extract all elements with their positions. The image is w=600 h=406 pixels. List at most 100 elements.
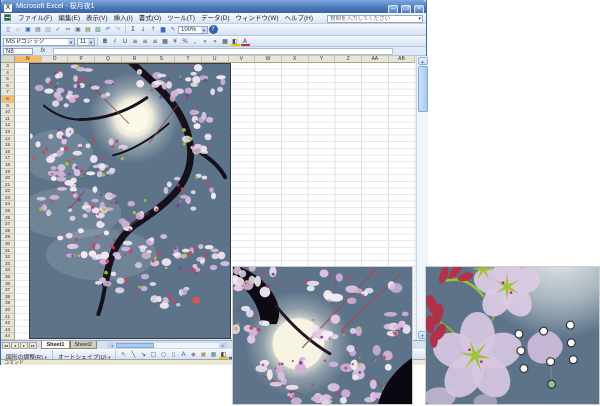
rectangle-icon[interactable]: □ (149, 350, 158, 359)
row-header-36[interactable]: 36 (1, 281, 15, 288)
row-header-42[interactable]: 42 (1, 320, 15, 327)
row-header-39[interactable]: 39 (1, 300, 15, 307)
select-objects-icon[interactable]: ↖ (119, 350, 128, 359)
row-header-22[interactable]: 22 (1, 188, 15, 195)
scroll-left-icon[interactable]: ◂ (108, 343, 115, 348)
font-size-box[interactable]: 11▾ (77, 38, 95, 46)
row-header-10[interactable]: 10 (1, 109, 15, 116)
tab-last-icon[interactable]: ▸▸ (29, 342, 37, 349)
row-header-38[interactable]: 38 (1, 294, 15, 301)
fill-color-icon[interactable]: ◧ (219, 350, 228, 359)
row-header-43[interactable]: 43 (1, 327, 15, 334)
menu-view[interactable]: 表示(V) (83, 13, 111, 24)
oval-icon[interactable]: ○ (159, 350, 168, 359)
row-header-7[interactable]: 7 (1, 89, 15, 96)
column-header-Y[interactable]: Y (309, 56, 336, 63)
row-header-11[interactable]: 11 (1, 116, 15, 123)
column-header-R[interactable]: R (122, 56, 149, 63)
row-header-33[interactable]: 33 (1, 261, 15, 268)
redo-icon[interactable]: ↷ (114, 25, 123, 34)
row-header-35[interactable]: 35 (1, 274, 15, 281)
column-header-AB[interactable]: AB (389, 56, 416, 63)
text-box-icon[interactable]: ▯ (169, 350, 178, 359)
column-header-Z[interactable]: Z (335, 56, 362, 63)
column-header-S[interactable]: S (148, 56, 175, 63)
selection-handle[interactable] (569, 356, 577, 364)
sheet-tab-sheet2[interactable]: Sheet2 (70, 341, 97, 349)
chart-wizard-icon[interactable]: ▆ (159, 25, 168, 34)
menu-tools[interactable]: ツール(T) (164, 13, 198, 24)
row-header-14[interactable]: 14 (1, 136, 15, 143)
line-icon[interactable]: ╲ (129, 350, 138, 359)
select-all-corner[interactable] (1, 56, 15, 63)
name-box[interactable]: N8 (3, 48, 33, 55)
row-header-17[interactable]: 17 (1, 155, 15, 162)
undo-icon[interactable]: ↶ (104, 25, 113, 34)
menu-edit[interactable]: 編集(E) (55, 13, 83, 24)
column-header-U[interactable]: U (202, 56, 229, 63)
chevron-down-icon[interactable]: ▾ (418, 16, 421, 23)
drawing-icon[interactable]: ✎ (169, 25, 178, 34)
print-preview-icon[interactable]: ▥ (44, 25, 53, 34)
column-header-V[interactable]: V (229, 56, 256, 63)
italic-icon[interactable]: I (111, 37, 120, 46)
selection-handle[interactable] (520, 365, 528, 373)
row-header-32[interactable]: 32 (1, 254, 15, 261)
row-header-16[interactable]: 16 (1, 149, 15, 156)
sort-ascending-icon[interactable]: ↓ (139, 25, 148, 34)
comma-style-icon[interactable]: , (191, 37, 200, 46)
help-icon[interactable]: ? (209, 25, 218, 34)
column-header-AA[interactable]: AA (362, 56, 389, 63)
tab-first-icon[interactable]: ◂◂ (2, 342, 10, 349)
fill-color-icon[interactable]: ◧ (231, 37, 240, 46)
bold-icon[interactable]: B (101, 37, 110, 46)
menu-format[interactable]: 書式(O) (136, 13, 164, 24)
row-header-25[interactable]: 25 (1, 208, 15, 215)
decrease-indent-icon[interactable]: « (201, 37, 210, 46)
clip-art-icon[interactable]: ▣ (199, 350, 208, 359)
row-header-6[interactable]: 6 (1, 83, 15, 90)
paste-icon[interactable]: ▤ (84, 25, 93, 34)
row-header-9[interactable]: 9 (1, 103, 15, 110)
open-icon[interactable]: ▱ (14, 25, 23, 34)
row-header-31[interactable]: 31 (1, 248, 15, 255)
format-painter-icon[interactable]: ▨ (94, 25, 103, 34)
currency-style-icon[interactable]: ¥ (171, 37, 180, 46)
column-header-P[interactable]: P (68, 56, 95, 63)
row-header-26[interactable]: 26 (1, 215, 15, 222)
selection-handle[interactable] (547, 358, 555, 366)
row-header-18[interactable]: 18 (1, 162, 15, 169)
menu-help[interactable]: ヘルプ(H) (282, 13, 317, 24)
fx-icon[interactable]: fx (40, 47, 45, 56)
percent-style-icon[interactable]: % (181, 37, 190, 46)
menu-insert[interactable]: 挿入(I) (111, 13, 136, 24)
column-header-X[interactable]: X (282, 56, 309, 63)
insert-picture-icon[interactable]: ▦ (209, 350, 218, 359)
tab-next-icon[interactable]: ▸ (20, 342, 28, 349)
save-icon[interactable]: ▣ (24, 25, 33, 34)
row-header-30[interactable]: 30 (1, 241, 15, 248)
formula-input[interactable] (53, 48, 393, 55)
sort-descending-icon[interactable]: ↑ (149, 25, 158, 34)
zoom-box[interactable]: 100%▾ (178, 26, 208, 34)
align-left-icon[interactable]: ≡ (131, 37, 140, 46)
spelling-icon[interactable]: ✓ (54, 25, 63, 34)
row-header-8[interactable]: 8 (1, 96, 15, 103)
row-header-28[interactable]: 28 (1, 228, 15, 235)
row-header-5[interactable]: 5 (1, 76, 15, 83)
row-header-24[interactable]: 24 (1, 201, 15, 208)
column-header-N[interactable]: N (15, 56, 42, 63)
row-header-37[interactable]: 37 (1, 287, 15, 294)
new-icon[interactable]: ▯ (4, 25, 13, 34)
increase-indent-icon[interactable]: » (211, 37, 220, 46)
row-header-44[interactable]: 44 (1, 333, 15, 340)
row-header-4[interactable]: 4 (1, 70, 15, 77)
column-header-O[interactable]: O (42, 56, 69, 63)
row-header-27[interactable]: 27 (1, 221, 15, 228)
menu-data[interactable]: データ(D) (198, 13, 233, 24)
selection-handle[interactable] (567, 339, 575, 347)
cut-icon[interactable]: ✂ (64, 25, 73, 34)
chevron-down-icon[interactable]: ▾ (201, 27, 207, 33)
row-header-12[interactable]: 12 (1, 122, 15, 129)
selection-handle[interactable] (540, 327, 548, 335)
